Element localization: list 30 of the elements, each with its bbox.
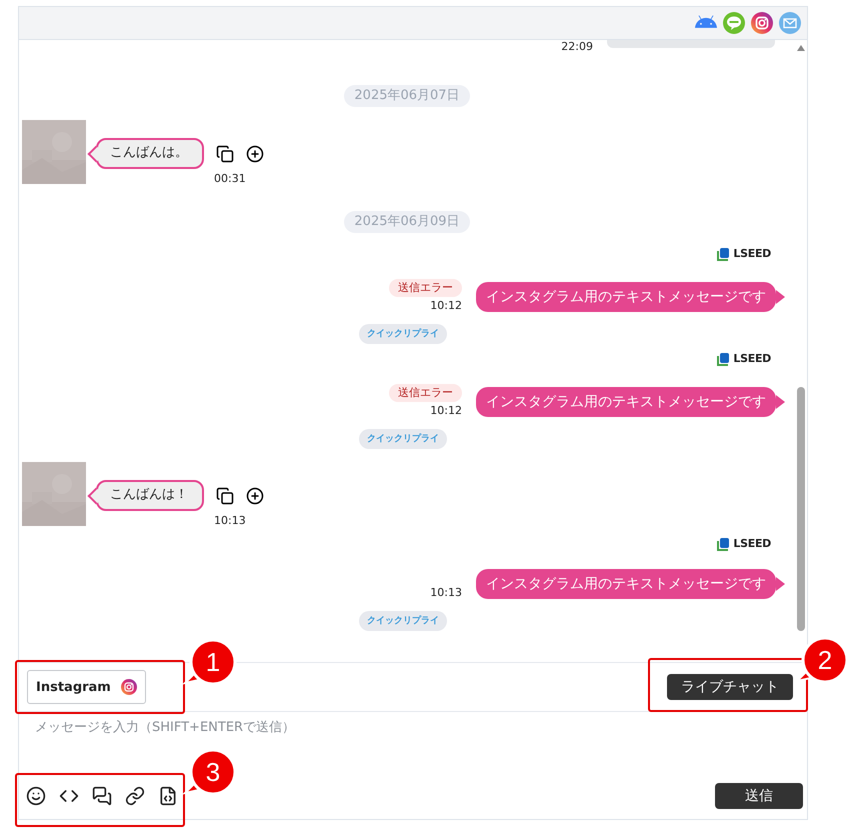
- scrollbar-thumb[interactable]: [797, 387, 805, 631]
- add-icon[interactable]: [246, 144, 264, 162]
- send-button[interactable]: 送信: [715, 783, 803, 809]
- message-time: 10:13: [214, 514, 247, 527]
- scroll-up-arrow[interactable]: [797, 45, 805, 51]
- chat-bubbles-icon[interactable]: [91, 785, 113, 807]
- message-time: 22:09: [561, 40, 593, 53]
- date-separator: 2025年06月09日: [344, 211, 470, 233]
- quick-reply-tag: クイックリプライ: [359, 611, 447, 631]
- date-separator: 2025年06月07日: [344, 85, 470, 107]
- message-time: 00:31: [214, 172, 247, 185]
- brand-logo: LSEED: [717, 352, 771, 366]
- channel-button[interactable]: Instagram: [27, 670, 146, 704]
- copy-icon[interactable]: [216, 486, 234, 504]
- error-badge: 送信エラー: [389, 384, 462, 402]
- add-icon[interactable]: [246, 486, 264, 504]
- copy-icon[interactable]: [216, 144, 234, 162]
- instagram-icon[interactable]: [751, 12, 773, 34]
- instagram-icon: [120, 679, 137, 695]
- message-time: 10:12: [430, 404, 462, 417]
- brand-logo: LSEED: [717, 537, 771, 551]
- message-time: 10:12: [430, 299, 462, 312]
- link-icon[interactable]: [124, 785, 146, 807]
- live-chat-button[interactable]: ライブチャット: [667, 674, 793, 700]
- message-time: 10:13: [430, 586, 462, 599]
- brand-logo: LSEED: [717, 247, 771, 261]
- emoji-icon[interactable]: [25, 785, 47, 807]
- quick-reply-tag: クイックリプライ: [359, 324, 447, 344]
- quick-reply-tag: クイックリプライ: [359, 429, 447, 449]
- error-badge: 送信エラー: [389, 279, 462, 297]
